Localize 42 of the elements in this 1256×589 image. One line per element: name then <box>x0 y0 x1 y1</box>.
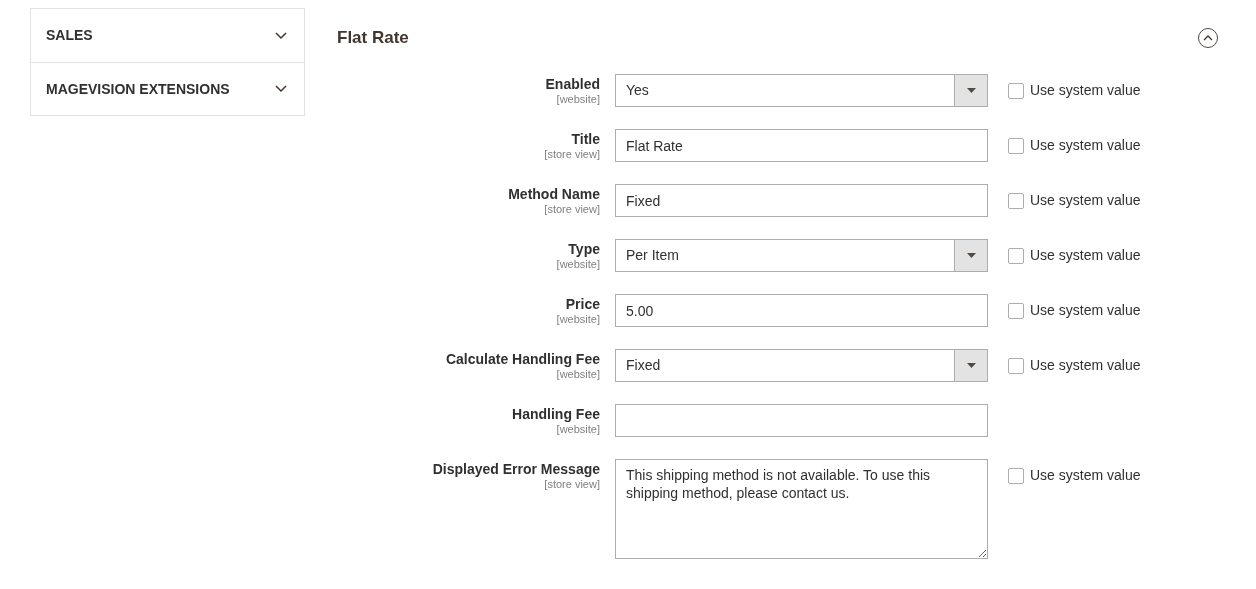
scope-label: [website] <box>556 423 600 436</box>
text-field[interactable]: 5.00 <box>615 294 988 327</box>
field-label: Type <box>568 241 600 258</box>
checkbox[interactable] <box>1008 247 1024 264</box>
checkbox[interactable] <box>1008 82 1024 99</box>
checkbox-label: Use system value <box>1030 136 1141 155</box>
checkbox[interactable] <box>1008 302 1024 319</box>
checkbox-label: Use system value <box>1030 466 1141 485</box>
dropdown[interactable]: Fixed <box>615 349 988 382</box>
checkbox-label: Use system value <box>1030 81 1141 100</box>
checkbox-label: Use system value <box>1030 356 1141 375</box>
scope-label: [website] <box>556 368 600 381</box>
scope-label: [website] <box>556 258 600 271</box>
checkbox[interactable] <box>1008 137 1024 154</box>
chevron-icon <box>275 31 287 40</box>
field-label: Handling Fee <box>512 406 600 423</box>
dropdown[interactable]: Yes <box>615 74 988 107</box>
scope-label: [website] <box>556 93 600 106</box>
scope-label: [store view] <box>544 148 600 161</box>
section-title: Flat Rate <box>337 27 409 50</box>
text-field[interactable]: Flat Rate <box>615 129 988 162</box>
chevron-icon <box>275 85 287 93</box>
field-label: Method Name <box>508 186 600 203</box>
field-label: Enabled <box>545 76 600 93</box>
field-label: Price <box>565 296 600 313</box>
checkbox-label: Use system value <box>1030 191 1141 210</box>
field-label: Title <box>571 131 600 148</box>
dropdown[interactable]: Per Item <box>615 239 988 272</box>
field-label: Calculate Handling Fee <box>445 351 600 368</box>
scope-label: [website] <box>556 313 600 326</box>
checkbox[interactable] <box>1008 357 1024 374</box>
chevron-icon <box>1203 35 1213 41</box>
scope-label: [store view] <box>544 478 600 491</box>
checkbox-label: Use system value <box>1030 246 1141 265</box>
text-area[interactable]: This shipping method is not available. To use this shipping method, please contact us. <box>615 459 988 559</box>
field-label: Displayed Error Message <box>432 461 600 478</box>
checkbox[interactable] <box>1008 192 1024 209</box>
text-field[interactable] <box>615 404 988 437</box>
text-field[interactable]: Fixed <box>615 184 988 217</box>
checkbox-label: Use system value <box>1030 301 1141 320</box>
scope-label: [store view] <box>544 203 600 216</box>
checkbox[interactable] <box>1008 467 1024 484</box>
